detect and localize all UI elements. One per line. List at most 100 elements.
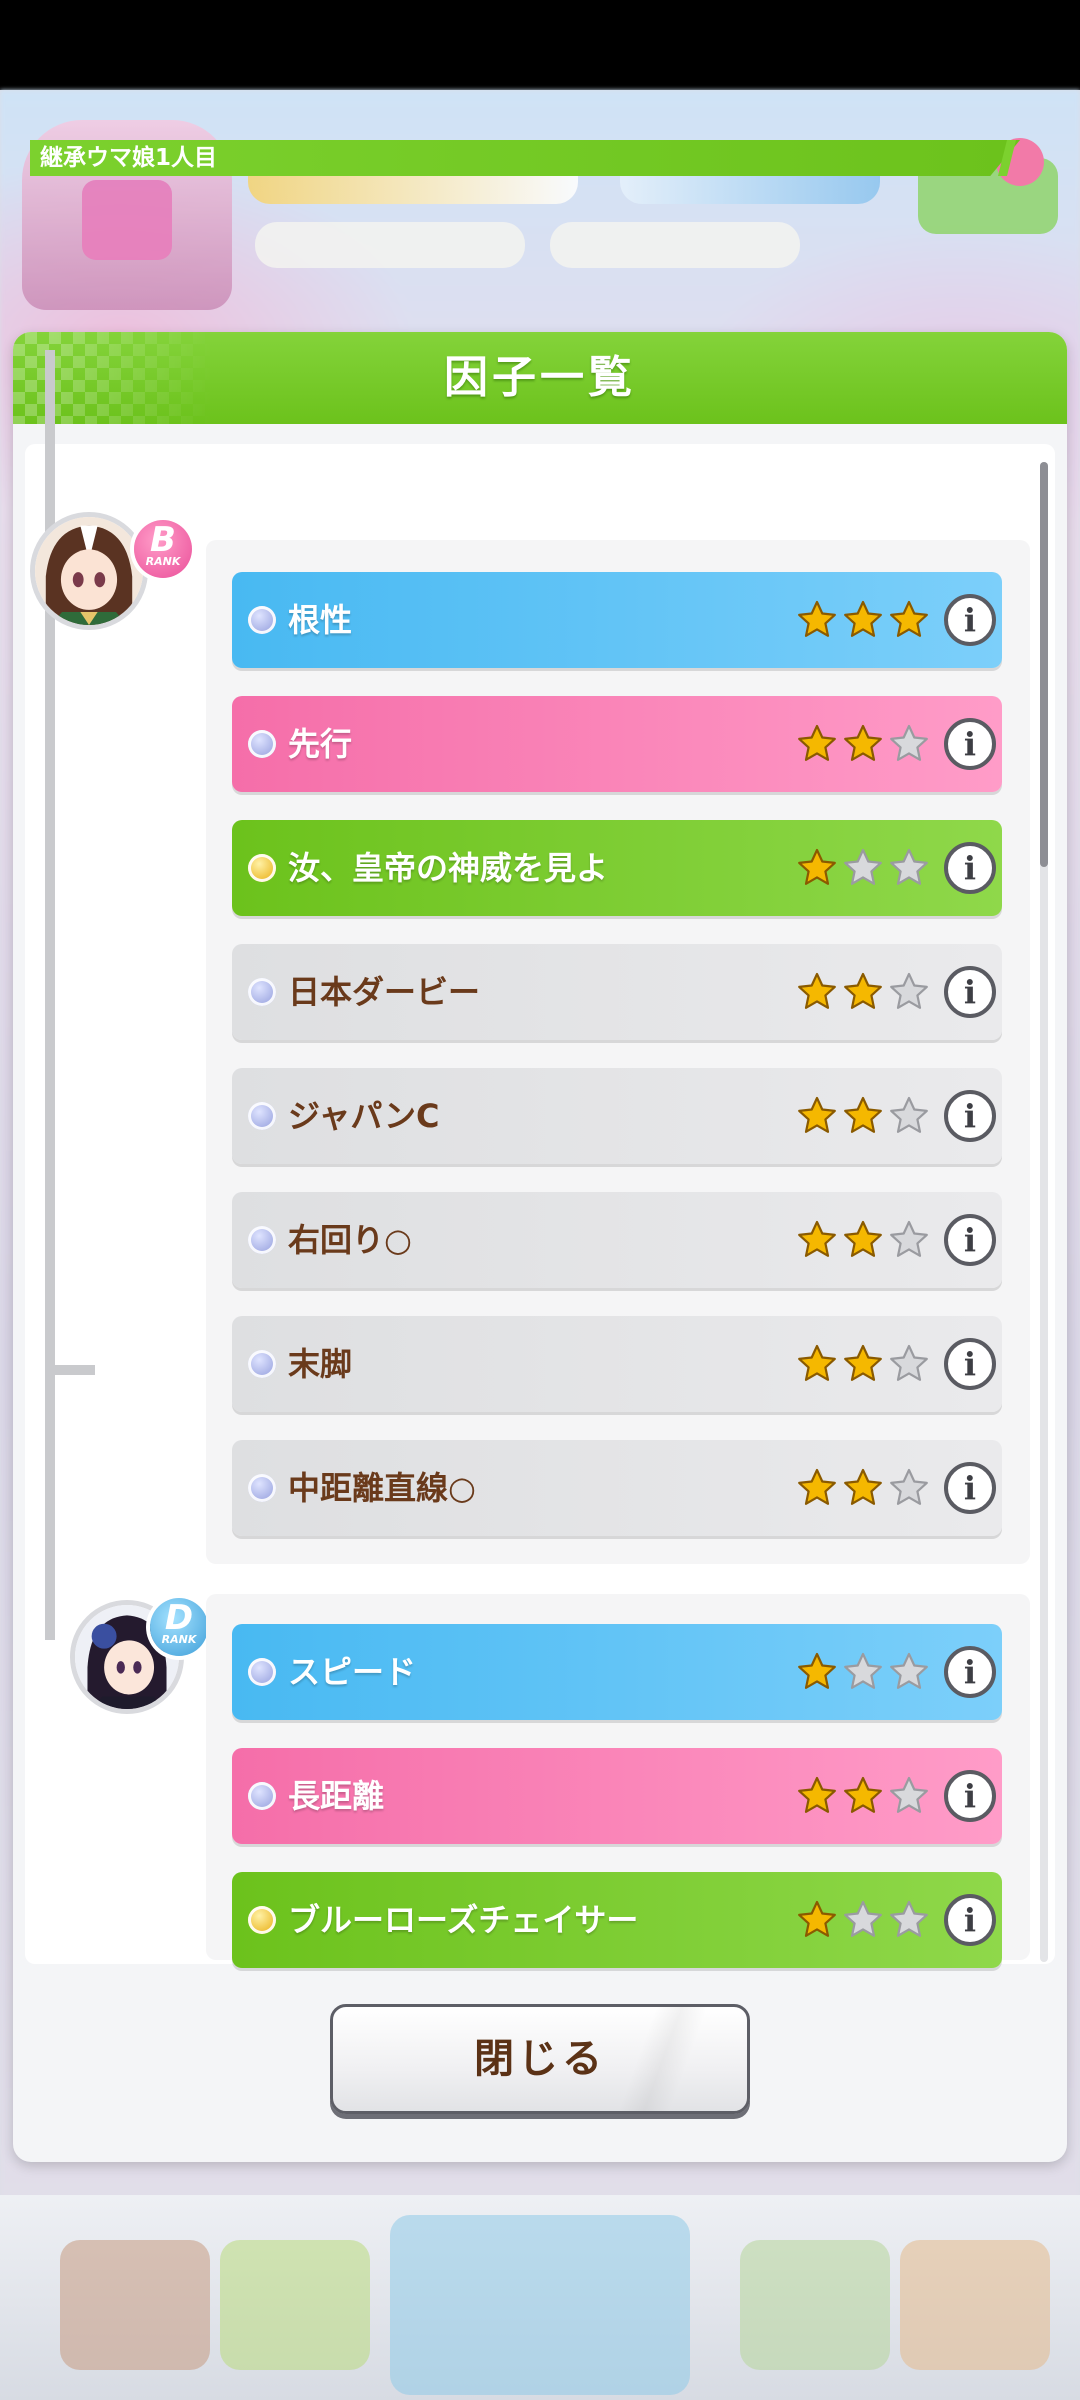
star-rating [796, 847, 940, 889]
factor-row[interactable]: ジャパンC i [232, 1068, 1002, 1164]
star-filled-icon [842, 1343, 884, 1385]
star-empty-icon [888, 1467, 930, 1509]
factor-name: ブルーローズチェイサー [288, 1901, 639, 1939]
factor-orb-icon [248, 1782, 276, 1810]
star-filled-icon [796, 723, 838, 765]
star-filled-icon [796, 1095, 838, 1137]
star-filled-icon [842, 599, 884, 641]
factor-row[interactable]: 右回り○ i [232, 1192, 1002, 1288]
factor-row[interactable]: 中距離直線○ i [232, 1440, 1002, 1536]
star-filled-icon [796, 847, 838, 889]
factor-orb-icon [248, 1658, 276, 1686]
info-icon[interactable]: i [944, 1214, 996, 1266]
factor-row[interactable]: 汝、皇帝の神威を見よ i [232, 820, 1002, 916]
factor-name: 根性 [288, 601, 353, 639]
info-icon[interactable]: i [944, 842, 996, 894]
info-icon[interactable]: i [944, 1646, 996, 1698]
star-rating [796, 1899, 940, 1941]
dialog-title: 因子一覧 [444, 352, 636, 403]
info-icon[interactable]: i [944, 1894, 996, 1946]
info-icon[interactable]: i [944, 1770, 996, 1822]
background-nav-item [740, 2240, 890, 2370]
star-rating [796, 599, 940, 641]
star-empty-icon [888, 1343, 930, 1385]
scrollbar-thumb[interactable] [1040, 462, 1048, 867]
star-filled-icon [796, 1219, 838, 1261]
star-filled-icon [796, 1775, 838, 1817]
star-filled-icon [842, 1095, 884, 1137]
star-rating [796, 1219, 940, 1261]
dialog-header: 因子一覧 [13, 332, 1067, 424]
factor-orb-icon [248, 1906, 276, 1934]
star-empty-icon [888, 1899, 930, 1941]
factor-name: 右回り○ [288, 1221, 412, 1259]
star-filled-icon [796, 1467, 838, 1509]
factor-name: ジャパンC [288, 1097, 440, 1135]
status-bar [0, 0, 1080, 90]
star-empty-icon [888, 1651, 930, 1693]
star-filled-icon [842, 1775, 884, 1817]
star-empty-icon [888, 1219, 930, 1261]
factor-name: 日本ダービー [288, 973, 481, 1011]
umamusume-portrait-icon [35, 517, 143, 625]
star-empty-icon [842, 1899, 884, 1941]
factor-name: 中距離直線○ [288, 1469, 476, 1507]
star-rating [796, 1343, 940, 1385]
background-jewel-bar [550, 222, 800, 268]
rank-badge: D RANK [150, 1598, 208, 1656]
factor-row[interactable]: 日本ダービー i [232, 944, 1002, 1040]
factor-orb-icon [248, 1102, 276, 1130]
factor-name: 先行 [288, 725, 353, 763]
factor-orb-icon [248, 1226, 276, 1254]
factor-row[interactable]: 長距離 i [232, 1748, 1002, 1844]
star-empty-icon [888, 847, 930, 889]
info-icon[interactable]: i [944, 594, 996, 646]
rank-sub-label: RANK [145, 555, 181, 568]
section-heading-label: 継承ウマ娘1人目 [40, 145, 218, 171]
star-filled-icon [842, 723, 884, 765]
star-empty-icon [888, 1775, 930, 1817]
rank-badge: B RANK [134, 520, 192, 578]
factor-row[interactable]: 先行 i [232, 696, 1002, 792]
background-nav-item [390, 2215, 690, 2395]
star-rating [796, 1651, 940, 1693]
star-filled-icon [842, 1467, 884, 1509]
factor-orb-icon [248, 1350, 276, 1378]
factor-name: 長距離 [288, 1777, 385, 1815]
factor-row[interactable]: ブルーローズチェイサー i [232, 1872, 1002, 1968]
star-filled-icon [842, 1219, 884, 1261]
star-empty-icon [888, 723, 930, 765]
background-nav-item [60, 2240, 210, 2370]
star-filled-icon [796, 599, 838, 641]
factor-orb-icon [248, 606, 276, 634]
info-icon[interactable]: i [944, 1338, 996, 1390]
background-nav-item [900, 2240, 1050, 2370]
factor-row[interactable]: スピード i [232, 1624, 1002, 1720]
star-empty-icon [888, 1095, 930, 1137]
star-rating [796, 1467, 940, 1509]
factor-orb-icon [248, 730, 276, 758]
factor-orb-icon [248, 854, 276, 882]
star-rating [796, 723, 940, 765]
star-rating [796, 1775, 940, 1817]
star-filled-icon [796, 1343, 838, 1385]
rank-letter: B [150, 520, 176, 560]
factor-row[interactable]: 根性 i [232, 572, 1002, 668]
star-rating [796, 1095, 940, 1137]
info-icon[interactable]: i [944, 718, 996, 770]
parent-avatar[interactable] [30, 512, 148, 630]
rank-letter: D [164, 1598, 194, 1638]
info-icon[interactable]: i [944, 966, 996, 1018]
star-empty-icon [842, 847, 884, 889]
factor-orb-icon [248, 1474, 276, 1502]
star-filled-icon [796, 1651, 838, 1693]
star-empty-icon [888, 971, 930, 1013]
rank-sub-label: RANK [161, 1633, 197, 1646]
star-filled-icon [796, 971, 838, 1013]
info-icon[interactable]: i [944, 1462, 996, 1514]
factor-orb-icon [248, 978, 276, 1006]
factor-name: 末脚 [288, 1345, 353, 1383]
info-icon[interactable]: i [944, 1090, 996, 1142]
close-button[interactable]: 閉じる [330, 2004, 750, 2114]
factor-row[interactable]: 末脚 i [232, 1316, 1002, 1412]
